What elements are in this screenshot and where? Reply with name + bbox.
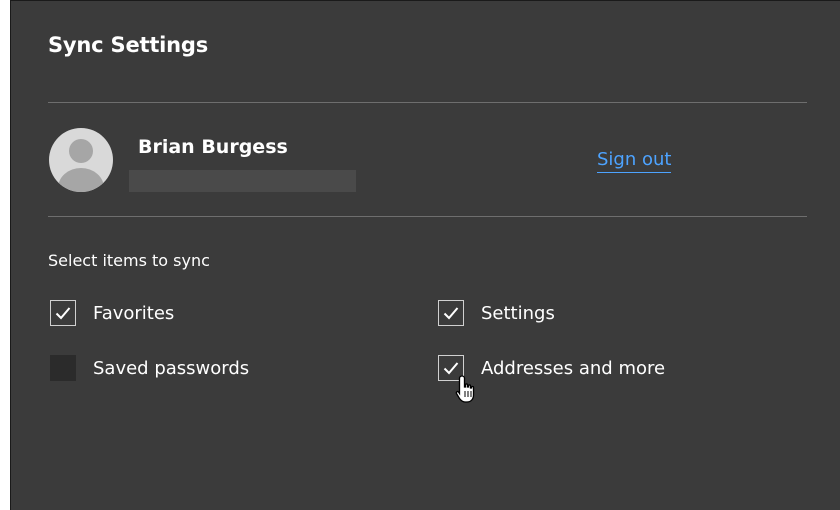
saved-passwords-checkbox[interactable] [50, 355, 76, 381]
sync-settings-panel: Sync Settings Brian Burgess Sign out Sel… [10, 0, 840, 510]
sync-item-favorites[interactable]: Favorites [50, 300, 174, 326]
favorites-label: Favorites [93, 302, 175, 324]
checkmark-icon [55, 307, 71, 320]
avatar-body [58, 168, 104, 192]
favorites-checkbox[interactable] [50, 300, 76, 326]
checkmark-icon [443, 307, 459, 320]
sync-section-label: Select items to sync [48, 251, 210, 270]
addresses-label: Addresses and more [481, 357, 666, 379]
divider [48, 102, 807, 103]
avatar-head [69, 139, 93, 163]
sync-item-settings[interactable]: Settings [438, 300, 555, 326]
account-email-redacted [129, 170, 356, 192]
hand-cursor-icon [455, 375, 475, 403]
page-title: Sync Settings [48, 33, 209, 57]
sync-item-saved-passwords[interactable]: Saved passwords [50, 355, 249, 381]
settings-label: Settings [481, 302, 555, 324]
settings-checkbox[interactable] [438, 300, 464, 326]
sign-out-link[interactable]: Sign out [597, 148, 672, 173]
account-name: Brian Burgess [138, 136, 288, 158]
saved-passwords-label: Saved passwords [93, 357, 250, 379]
divider [48, 216, 807, 217]
avatar-person-icon [49, 128, 113, 192]
